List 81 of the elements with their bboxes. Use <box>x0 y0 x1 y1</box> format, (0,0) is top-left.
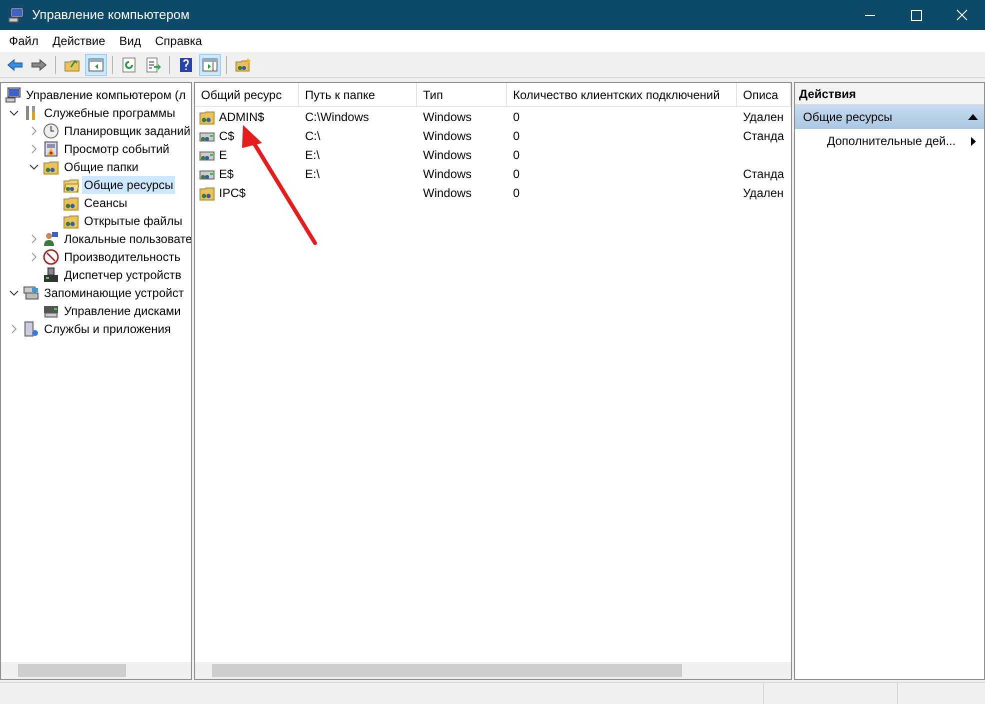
submenu-arrow-icon <box>971 136 976 146</box>
tree-item[interactable]: Просмотр событий <box>62 140 172 158</box>
tree-item[interactable]: Планировщик заданий <box>62 122 191 140</box>
horizontal-scrollbar[interactable] <box>1 662 191 679</box>
table-cell-text: 0 <box>513 166 520 182</box>
tree-item[interactable]: Открытые файлы <box>82 212 184 230</box>
users-icon <box>43 231 59 247</box>
shared-folder-icon <box>63 177 79 193</box>
menu-item[interactable]: Справка <box>148 32 210 50</box>
tree-item[interactable]: Служебные программы <box>42 104 178 122</box>
clock-icon <box>43 123 59 139</box>
shared-folder-icon <box>199 184 215 200</box>
scrollbar-thumb[interactable] <box>212 664 682 677</box>
table-cell-text: Станда <box>743 128 784 144</box>
pane-icon <box>88 56 104 72</box>
table-cell-text: Станда <box>743 166 784 182</box>
table-cell-text: 0 <box>513 108 520 126</box>
storage-icon <box>23 285 39 301</box>
table-cell-text: Windows <box>423 128 472 144</box>
disk-drive-icon <box>43 303 59 319</box>
table-cell-text: Windows <box>423 108 472 126</box>
table-cell-text: Удален <box>743 184 784 202</box>
table-cell-text: E:\ <box>305 146 320 164</box>
table-cell-text: Windows <box>423 184 472 202</box>
table-cell-text: 0 <box>513 146 520 164</box>
table-cell-text: C$ <box>219 128 234 144</box>
section-title: Общие ресурсы <box>803 109 892 126</box>
toolbar-button[interactable] <box>199 54 221 76</box>
help-icon <box>178 56 194 72</box>
table-cell-text: Удален <box>743 108 784 126</box>
tree-item[interactable]: Общие ресурсы <box>82 176 176 194</box>
action-section-header[interactable]: Общие ресурсы <box>795 105 984 129</box>
back-arrow-icon <box>7 56 23 72</box>
table-cell-text: Windows <box>423 146 472 164</box>
horizontal-scrollbar[interactable] <box>195 662 791 679</box>
column-header[interactable]: Общий ресурс <box>195 83 299 106</box>
tree-item[interactable]: Службы и приложения <box>42 320 173 338</box>
table-cell-text: E:\ <box>305 166 320 182</box>
table-cell-text: C:\Windows <box>305 108 370 126</box>
column-header[interactable]: Количество клиентских подключений <box>507 83 737 106</box>
table-cell-text: E$ <box>219 166 234 182</box>
column-header[interactable]: Описа <box>737 83 791 106</box>
shared-folder-icon <box>43 159 59 175</box>
shared-folder-icon <box>235 56 251 72</box>
event-log-icon <box>43 141 59 157</box>
forward-arrow-icon <box>31 56 47 72</box>
computer-icon <box>5 87 21 103</box>
toolbar-button[interactable] <box>85 54 107 76</box>
scrollbar-thumb[interactable] <box>18 664 126 677</box>
pane-title: Действия <box>795 83 984 105</box>
computer-icon <box>8 7 24 23</box>
tree-item[interactable]: Сеансы <box>82 194 130 212</box>
window-title: Управление компьютером <box>32 6 190 24</box>
table-cell-text: 0 <box>513 184 520 202</box>
shared-folder-icon <box>63 213 79 229</box>
table-cell-text: E <box>219 146 228 164</box>
shared-folder-icon <box>63 195 79 211</box>
shared-folder-icon <box>199 108 215 124</box>
table-cell-text: ADMIN$ <box>219 108 264 126</box>
menu-item[interactable]: Действие <box>46 32 112 50</box>
tree-item[interactable]: Производительность <box>62 248 182 266</box>
device-icon <box>43 267 59 283</box>
pane-icon <box>202 56 218 72</box>
menu-item[interactable]: Файл <box>2 32 46 50</box>
services-icon <box>23 321 39 337</box>
refresh-icon <box>121 56 137 72</box>
action-link[interactable]: Дополнительные дей... <box>827 132 956 150</box>
table-cell-text: Windows <box>423 166 472 182</box>
tree-item[interactable]: Общие папки <box>62 158 140 176</box>
table-cell-text: C:\ <box>305 128 320 144</box>
collapse-icon[interactable] <box>968 114 978 120</box>
column-header[interactable]: Путь к папке <box>299 83 417 106</box>
tree-item[interactable]: Управление дисками <box>62 302 183 320</box>
table-cell-text: IPC$ <box>219 184 246 202</box>
tree-item[interactable]: Управление компьютером (л <box>24 86 188 104</box>
column-header[interactable]: Тип <box>417 83 507 106</box>
tree-item[interactable]: Запоминающие устройст <box>42 284 186 302</box>
export-list-icon <box>145 56 161 72</box>
tree-item[interactable]: Диспетчер устройств <box>62 266 184 284</box>
table-cell-text: 0 <box>513 128 520 144</box>
menu-item[interactable]: Вид <box>112 32 148 50</box>
